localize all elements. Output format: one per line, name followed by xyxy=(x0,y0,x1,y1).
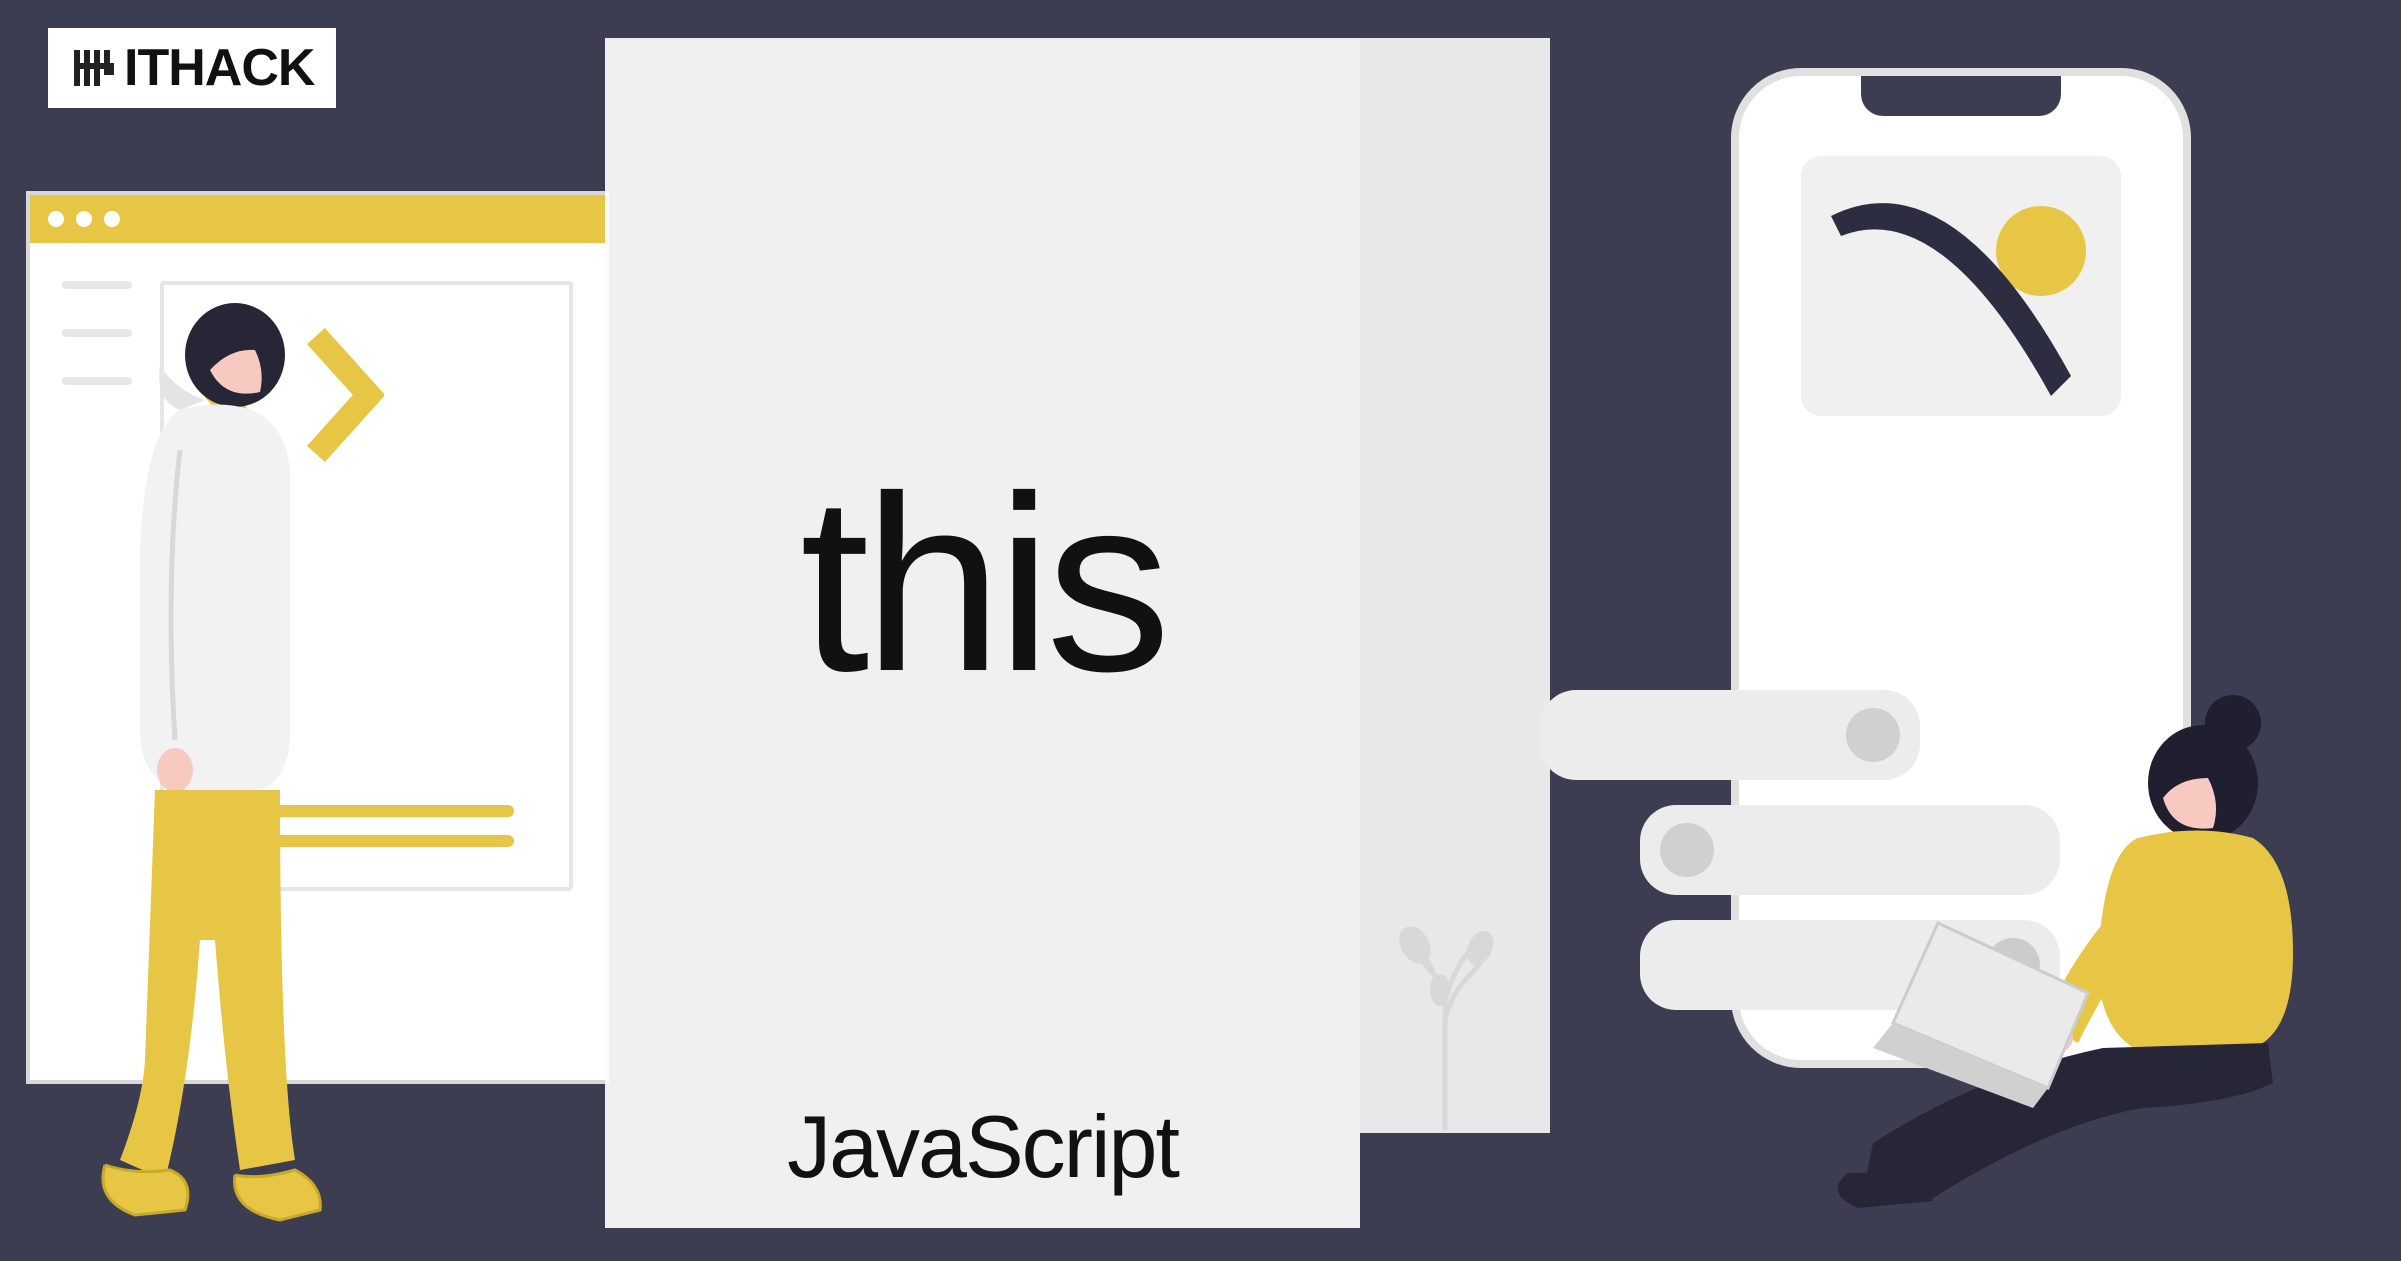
person-sitting-illustration xyxy=(1803,653,2363,1213)
mountain-icon xyxy=(1811,176,2091,416)
phone-notch xyxy=(1861,76,2061,116)
window-dot-icon xyxy=(48,211,64,227)
main-title: this xyxy=(800,440,1165,727)
window-dot-icon xyxy=(76,211,92,227)
logo-icon xyxy=(70,44,118,92)
plant-icon xyxy=(1390,920,1500,1130)
center-panel: this JavaScript xyxy=(605,38,1360,1228)
browser-titlebar xyxy=(30,195,605,243)
avatar-icon xyxy=(1660,823,1714,877)
sub-title: JavaScript xyxy=(787,1096,1178,1198)
logo-badge: ITHACK xyxy=(48,28,336,108)
window-dot-icon xyxy=(104,211,120,227)
sidebar-placeholder-line xyxy=(62,281,132,289)
person-standing-illustration xyxy=(85,300,325,1230)
logo-text: ITHACK xyxy=(124,38,314,98)
phone-image-card xyxy=(1801,156,2121,416)
